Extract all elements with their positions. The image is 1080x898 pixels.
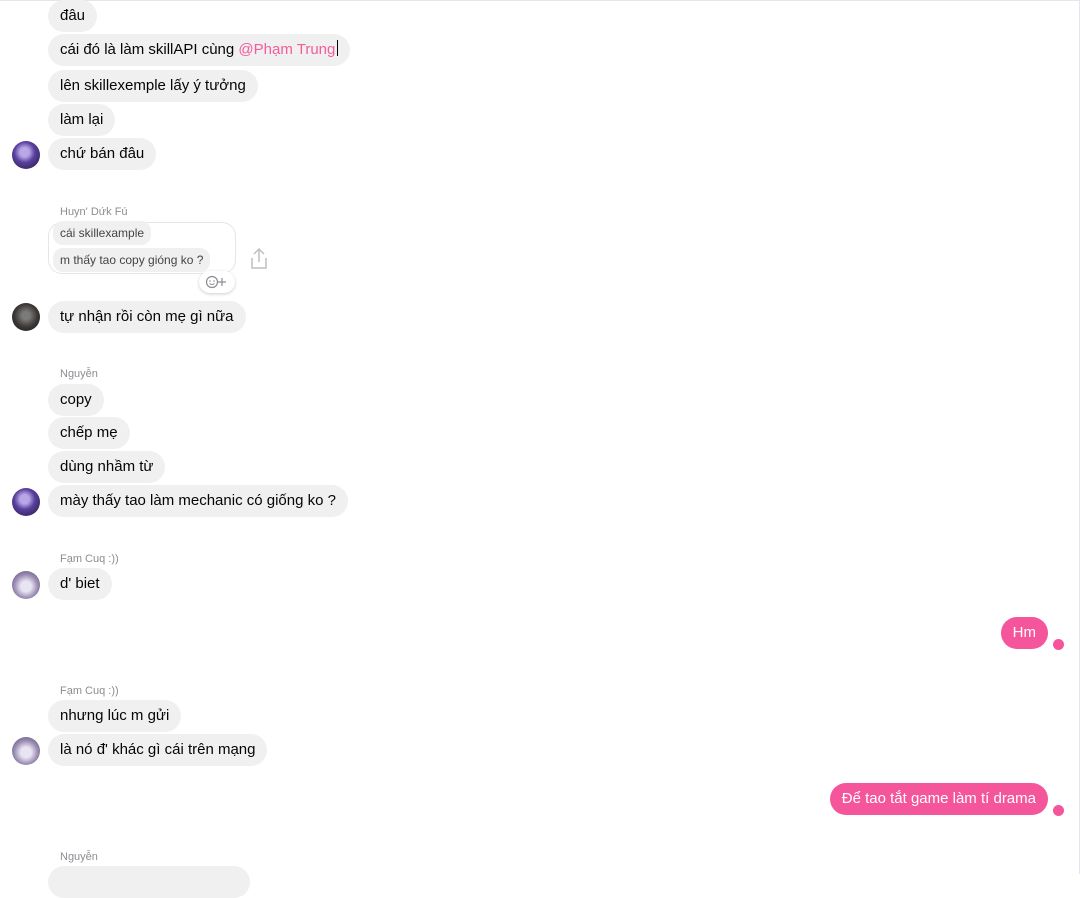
reply-line: cái skillexample [53,221,152,245]
message-text: là nó đ' khác gì cái trên mạng [60,741,256,758]
outgoing-message-bubble[interactable]: Hm [1000,617,1048,649]
message-bubble[interactable]: tự nhận rồi còn mẹ gì nữa [48,301,246,333]
message-text: mày thấy tao làm mechanic có giống ko ? [60,492,336,509]
message-bubble[interactable]: nhưng lúc m gửi [48,700,182,732]
check-circle-icon [1053,639,1064,650]
avatar[interactable] [12,737,40,765]
mention-link[interactable]: @Phạm Trung [238,41,335,58]
message-bubble[interactable]: đâu [48,0,98,32]
message-text: d' biet [60,575,100,592]
message-bubble[interactable]: copy [48,384,104,416]
outgoing-message-bubble[interactable]: Để tao tắt game làm tí drama [829,783,1048,815]
sender-name: Fạm Cuq :)) [60,685,119,697]
message-text: nhưng lúc m gửi [60,707,170,724]
message-bubble[interactable]: dùng nhầm từ [48,451,166,483]
sender-name: Nguyễn [60,368,98,380]
message-text: copy [60,391,92,408]
message-bubble[interactable]: chứ bán đâu [48,138,157,170]
message-bubble[interactable]: d' biet [48,568,112,600]
reply-sender-name: Huyn' Dứk Fú [60,206,128,218]
message-text: Hm [1012,624,1036,641]
top-divider [0,0,1080,1]
message-text: chứ bán đâu [60,145,145,162]
message-text: lên skillexemple lấy ý tưởng [60,77,246,94]
react-button[interactable] [199,271,235,293]
message-text: chếp mẹ [60,424,118,441]
message-text: Để tao tắt game làm tí drama [841,790,1036,807]
message-text: cái đó là làm skillAPI cùng [60,41,239,58]
message-bubble[interactable]: là nó đ' khác gì cái trên mạng [48,734,268,766]
message-bubble[interactable]: cái đó là làm skillAPI cùng @Phạm Trung [48,34,351,66]
avatar[interactable] [12,303,40,331]
message-text: làm lại [60,111,104,128]
message-text: tự nhận rồi còn mẹ gì nữa [60,308,234,325]
avatar[interactable] [12,488,40,516]
sender-name: Nguyễn [60,851,98,863]
reply-line: m thấy tao copy gióng ko ? [53,248,211,272]
message-bubble[interactable]: làm lại [48,104,116,136]
message-text: đâu [60,7,86,24]
check-circle-icon [1053,805,1064,816]
text-cursor [337,40,339,56]
message-bubble[interactable] [48,866,250,898]
message-bubble[interactable]: mày thấy tao làm mechanic có giống ko ? [48,485,348,517]
avatar[interactable] [12,141,40,169]
share-icon[interactable] [249,247,269,271]
message-bubble[interactable]: chếp mẹ [48,417,130,449]
avatar[interactable] [12,571,40,599]
sender-name: Fạm Cuq :)) [60,553,119,565]
message-bubble[interactable]: lên skillexemple lấy ý tưởng [48,70,258,102]
smiley-plus-icon [205,275,226,289]
message-text: dùng nhầm từ [60,458,154,475]
